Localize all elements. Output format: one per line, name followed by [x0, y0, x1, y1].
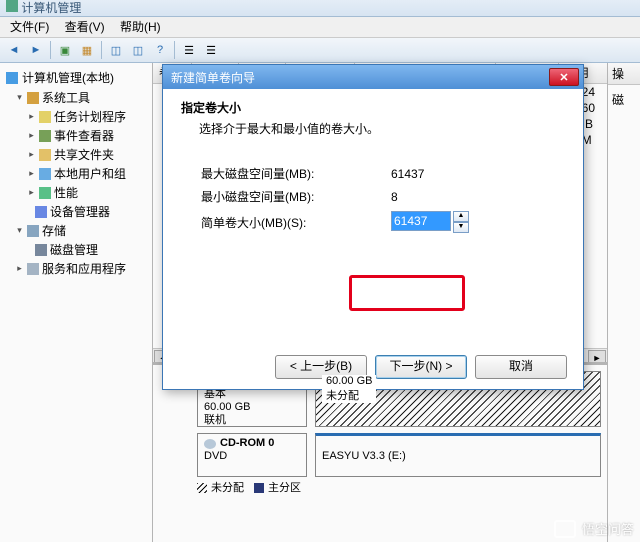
partition-size: 60.00 GB	[326, 375, 372, 387]
dialog-subtext: 选择介于最大和最小值的卷大小。	[199, 120, 565, 137]
volume-size-input[interactable]	[391, 211, 451, 231]
volume-size-spinner: ▲ ▼	[391, 211, 469, 233]
max-space-value: 61437	[391, 167, 491, 181]
partition-status: 未分配	[326, 387, 372, 403]
volume-size-label: 简单卷大小(MB)(S):	[201, 214, 391, 231]
dialog-body: 指定卷大小 选择介于最大和最小值的卷大小。 最大磁盘空间量(MB): 61437…	[163, 89, 583, 249]
max-space-label: 最大磁盘空间量(MB):	[201, 165, 391, 182]
dialog-titlebar[interactable]: 新建简单卷向导 ✕	[163, 65, 583, 89]
dialog-title: 新建简单卷向导	[171, 69, 255, 86]
spinner-up-button[interactable]: ▲	[453, 211, 469, 222]
watermark-text: 悟空问答	[582, 519, 634, 538]
min-space-label: 最小磁盘空间量(MB):	[201, 188, 391, 205]
spinner-down-button[interactable]: ▼	[453, 222, 469, 233]
next-button[interactable]: 下一步(N) >	[375, 355, 467, 379]
row-max-space: 最大磁盘空间量(MB): 61437	[201, 165, 565, 182]
watermark-icon	[554, 520, 576, 538]
dialog-heading: 指定卷大小	[181, 99, 565, 116]
row-min-space: 最小磁盘空间量(MB): 8	[201, 188, 565, 205]
cancel-button[interactable]: 取消	[475, 355, 567, 379]
close-button[interactable]: ✕	[549, 68, 579, 86]
new-volume-wizard-dialog: 新建简单卷向导 ✕ 指定卷大小 选择介于最大和最小值的卷大小。 最大磁盘空间量(…	[162, 64, 584, 390]
min-space-value: 8	[391, 190, 491, 204]
highlight-box	[349, 275, 465, 311]
row-volume-size: 简单卷大小(MB)(S): ▲ ▼	[201, 211, 565, 233]
watermark: 悟空问答	[554, 519, 634, 538]
